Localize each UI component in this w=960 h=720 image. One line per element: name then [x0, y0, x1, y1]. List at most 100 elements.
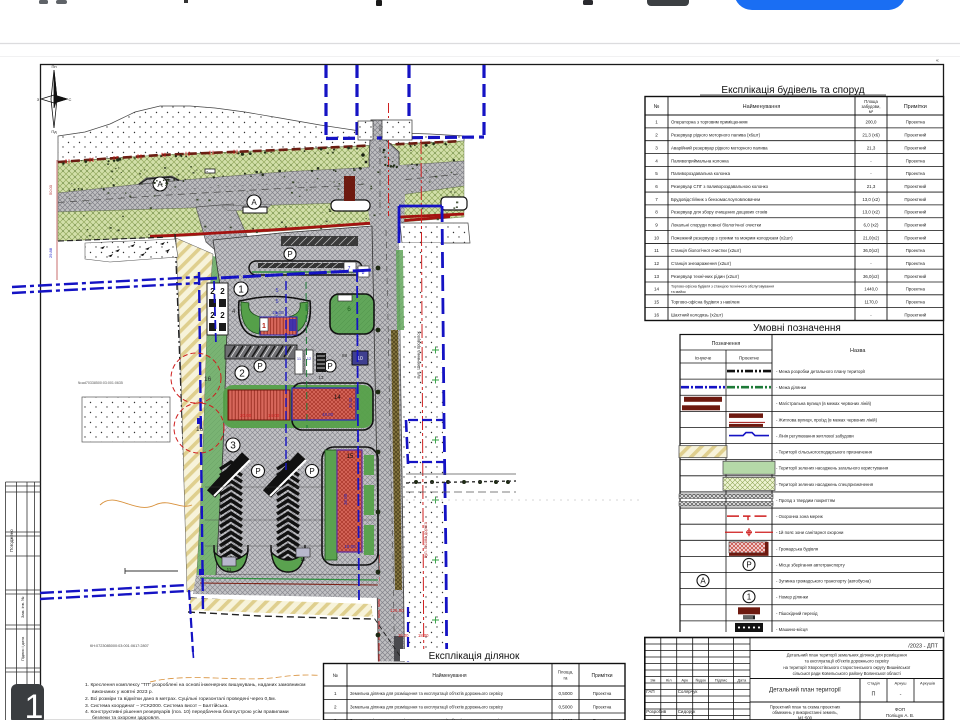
svg-text:1: 1 [25, 688, 44, 720]
svg-text:21,3 (х6): 21,3 (х6) [862, 133, 880, 138]
svg-text:5: 5 [275, 288, 278, 294]
svg-text:48.00: 48.00 [322, 412, 334, 417]
svg-text:Існуюче: Існуюче [695, 356, 712, 361]
svg-text:13: 13 [318, 375, 324, 380]
svg-text:11: 11 [227, 567, 232, 572]
svg-text:ГАП: ГАП [646, 689, 654, 694]
svg-text:вул. Лісова дорога: вул. Лісова дорога [423, 521, 428, 558]
svg-text:- Межа розробки детального пла: - Межа розробки детального плану територ… [776, 369, 866, 374]
svg-text:Проектний: Проектний [904, 133, 926, 138]
svg-text:50.00: 50.00 [48, 184, 53, 195]
svg-text:Локальні споруди повної біолог: Локальні споруди повної біологічної очис… [671, 222, 762, 227]
svg-text:16: 16 [204, 376, 212, 383]
svg-text:А: А [700, 576, 706, 585]
svg-text:- 1й пояс зони санітарної охор: - 1й пояс зони санітарної охорони [776, 530, 844, 535]
svg-text:М1:500: М1:500 [798, 715, 813, 720]
svg-text:14.00: 14.00 [268, 413, 280, 418]
svg-text:18.00: 18.00 [418, 633, 429, 638]
svg-text:12: 12 [307, 356, 312, 361]
svg-text:Резервуар СПГ з паливороздавал: Резервуар СПГ з паливороздавальною колон… [671, 184, 769, 189]
svg-text:0,5000: 0,5000 [558, 691, 572, 696]
svg-text:Примітки: Примітки [592, 673, 613, 679]
svg-text:сільської ради Ковельського ра: сільської ради Ковельського району Волин… [793, 671, 901, 676]
svg-text:2: 2 [220, 287, 225, 296]
svg-text:Аркуш: Аркуш [895, 681, 907, 686]
svg-text:Земельна ділянка для розміщенн: Земельна ділянка для розміщення та експл… [350, 691, 504, 696]
svg-text:1: 1 [655, 120, 658, 125]
svg-text:Брудовідстійник з бензомаслоул: Брудовідстійник з бензомаслоуловлювачем [671, 197, 760, 202]
svg-text:13: 13 [654, 274, 660, 279]
svg-text:Р: Р [309, 467, 314, 476]
svg-text:15: 15 [347, 454, 354, 460]
svg-text:Земельна ділянка для розміщенн: Земельна ділянка для розміщення та експл… [350, 705, 504, 710]
svg-text:П: П [872, 692, 876, 698]
svg-text:88: 88 [342, 353, 348, 358]
svg-text:Проектна: Проектна [593, 705, 612, 710]
svg-text:Р: Р [327, 362, 332, 371]
svg-text:Проектна: Проектна [906, 261, 926, 266]
svg-text:С: С [69, 97, 72, 102]
svg-text:6: 6 [347, 306, 351, 313]
svg-text:7: 7 [655, 197, 658, 202]
svg-text:Поліщук А. В.: Поліщук А. В. [886, 713, 914, 718]
svg-text:- Території зелених насаджень: - Території зелених насаджень загального… [776, 466, 889, 471]
svg-text:Зм: Зм [650, 678, 655, 683]
svg-text:Торгово-офісна будівля з навіл: Торгово-офісна будівля з навілем [671, 300, 740, 305]
svg-text:18.00: 18.00 [398, 633, 409, 638]
svg-text:Підпис: Підпис [715, 678, 728, 683]
svg-text:№ad70338500:03:001:0635: №ad70338500:03:001:0635 [78, 381, 123, 385]
svg-text:2: 2 [239, 369, 245, 380]
svg-text:Р: Р [287, 250, 292, 259]
svg-text:1: 1 [262, 323, 266, 330]
svg-text:14: 14 [334, 395, 341, 401]
svg-text:Найменування: Найменування [743, 103, 781, 110]
svg-text:- Громадська будівля: - Громадська будівля [776, 546, 819, 551]
svg-text:3: 3 [230, 441, 236, 452]
svg-text:м²: м² [869, 109, 874, 114]
svg-text:Паливоприймальна колонка: Паливоприймальна колонка [671, 158, 729, 163]
svg-text:«: « [936, 58, 939, 64]
svg-text:3. Система координат – УСК2000: 3. Система координат – УСК2000. Система … [85, 702, 229, 709]
svg-text:13,0 (х2): 13,0 (х2) [862, 210, 880, 215]
svg-text:6: 6 [655, 184, 658, 189]
svg-text:36,0(х2): 36,0(х2) [863, 248, 880, 253]
svg-text:А: А [251, 198, 257, 207]
svg-text:2: 2 [655, 133, 658, 138]
svg-text:на території Хворостівського с: на території Хворостівського старостинсь… [783, 665, 911, 670]
svg-text:21,3: 21,3 [867, 145, 876, 150]
svg-text:Детальний план території земел: Детальний план території земельних ділян… [787, 653, 907, 658]
svg-text:Проектний: Проектний [904, 312, 926, 317]
svg-text:12: 12 [300, 557, 306, 562]
svg-text:Пд: Пд [51, 129, 57, 134]
svg-text:- Машино-місця: - Машино-місця [776, 627, 808, 632]
svg-text:Пн: Пн [51, 64, 56, 69]
svg-text:1: 1 [238, 285, 244, 296]
svg-text:Пожежний резервуар з сухими та: Пожежний резервуар з сухими та мокрим ко… [671, 235, 793, 240]
svg-text:Проектний: Проектний [904, 210, 926, 215]
svg-text:Солярчук: Солярчук [678, 689, 698, 694]
svg-text:21,0(х2): 21,0(х2) [863, 235, 880, 240]
svg-text:- Охоронна зона мереж: - Охоронна зона мереж [776, 514, 823, 519]
svg-text:Шахтний колодязь (х2шт): Шахтний колодязь (х2шт) [671, 312, 724, 317]
svg-text:- Території зелених насаджень: - Території зелених насаджень спецпризна… [776, 482, 874, 487]
svg-text:- Номер ділянки: - Номер ділянки [776, 595, 809, 600]
svg-text:вул. Шевченка провулок: вул. Шевченка провулок [416, 331, 421, 378]
svg-text:Проектна: Проектна [906, 287, 926, 292]
svg-text:36.00: 36.00 [343, 493, 348, 505]
svg-text:Площа,: Площа, [558, 670, 573, 675]
svg-text:- Пішохідний перехід: - Пішохідний перехід [776, 611, 818, 616]
svg-text:9: 9 [655, 222, 658, 227]
svg-text:Стадія: Стадія [867, 681, 879, 686]
svg-text:Резервуар технічних рідин (х2ш: Резервуар технічних рідин (х2шт) [671, 274, 740, 279]
svg-text:Підпис і дата: Підпис і дата [20, 636, 25, 661]
svg-text:- Зупинка громадського транспо: - Зупинка громадського транспорту (автоб… [776, 579, 871, 584]
svg-text:18.00: 18.00 [344, 544, 356, 549]
svg-text:Станція знезараження (х2шт): Станція знезараження (х2шт) [671, 261, 732, 266]
svg-text:Умовні позначення: Умовні позначення [753, 323, 841, 334]
svg-text:Р: Р [255, 467, 260, 476]
svg-text:Проектний: Проектний [904, 222, 926, 227]
svg-text:8: 8 [655, 210, 658, 215]
svg-text:Проектний: Проектний [904, 235, 926, 240]
svg-text:5: 5 [275, 312, 278, 318]
svg-text:Назва: Назва [850, 348, 866, 354]
